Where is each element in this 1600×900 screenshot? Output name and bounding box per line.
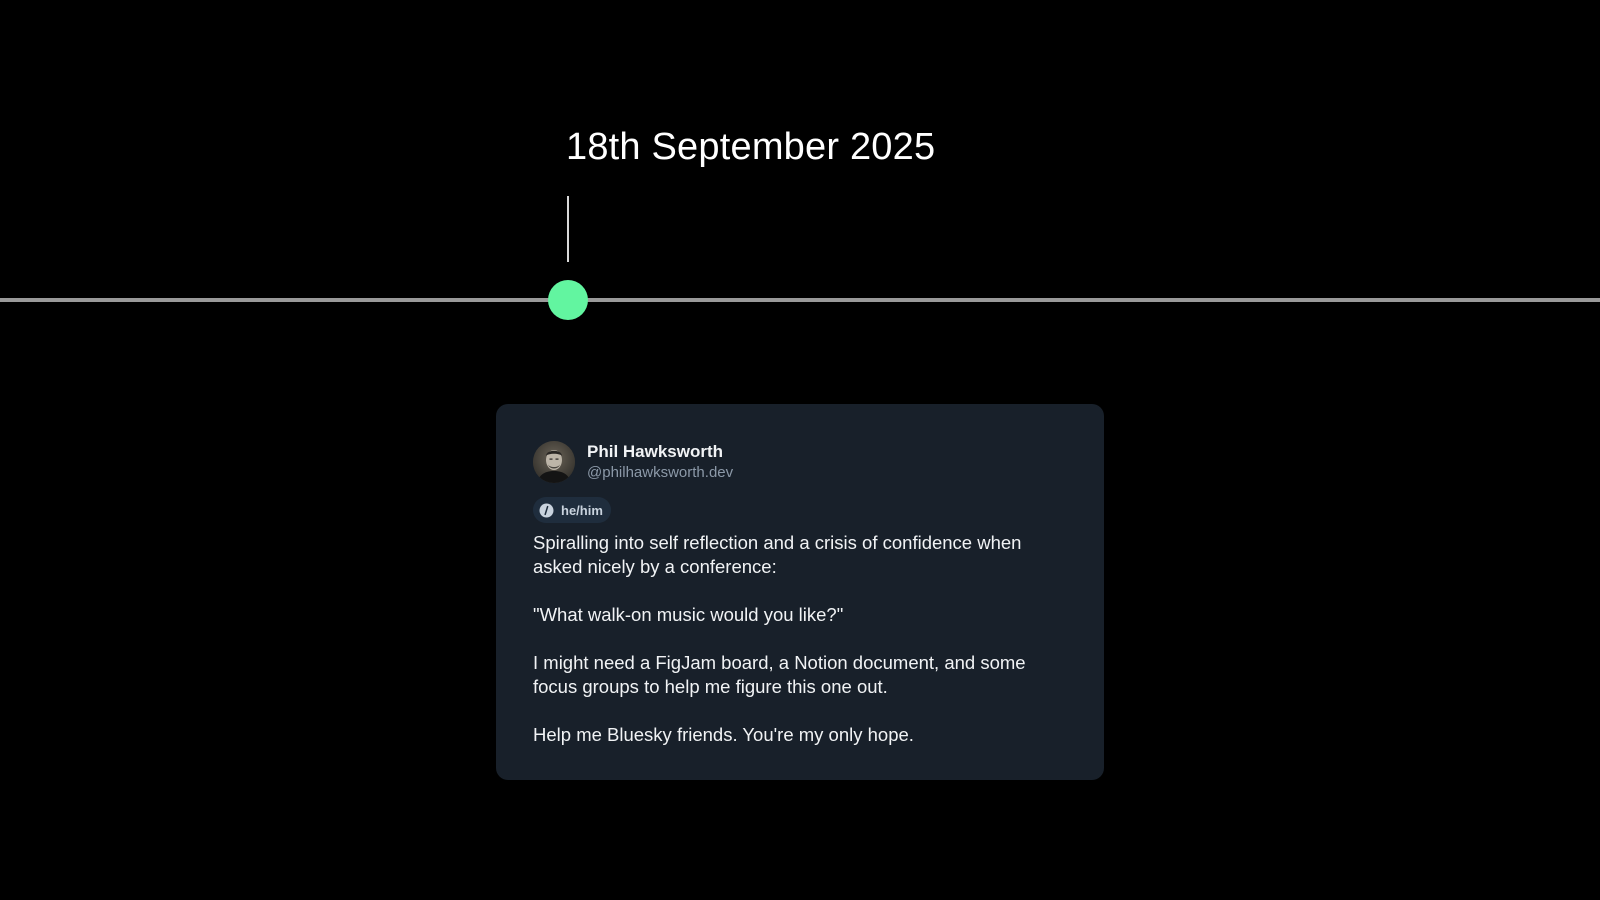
date-connector-line <box>567 196 569 262</box>
person-photo-avatar-icon <box>533 441 575 483</box>
info-icon <box>539 503 554 518</box>
timeline-axis <box>0 298 1600 302</box>
post-paragraph: Help me Bluesky friends. You're my only … <box>533 724 914 745</box>
timeline-slide: 18th September 2025 Phil Hawksworth @phi… <box>0 0 1600 900</box>
author-names: Phil Hawksworth @philhawksworth.dev <box>587 442 733 481</box>
author-handle[interactable]: @philhawksworth.dev <box>587 464 733 482</box>
timeline-event-marker[interactable] <box>548 280 588 320</box>
timeline-date-heading: 18th September 2025 <box>566 126 936 168</box>
post-paragraph: I might need a FigJam board, a Notion do… <box>533 652 1026 697</box>
author-display-name[interactable]: Phil Hawksworth <box>587 442 733 462</box>
bluesky-post-card[interactable]: Phil Hawksworth @philhawksworth.dev he/h… <box>496 404 1104 780</box>
pronouns-badge: he/him <box>533 497 611 523</box>
avatar[interactable] <box>533 441 575 483</box>
pronouns-label: he/him <box>561 502 603 518</box>
post-author: Phil Hawksworth @philhawksworth.dev <box>533 441 1068 483</box>
post-paragraph: Spiralling into self reflection and a cr… <box>533 532 1022 577</box>
post-paragraph: "What walk-on music would you like?" <box>533 604 844 625</box>
post-body: Spiralling into self reflection and a cr… <box>533 531 1068 747</box>
